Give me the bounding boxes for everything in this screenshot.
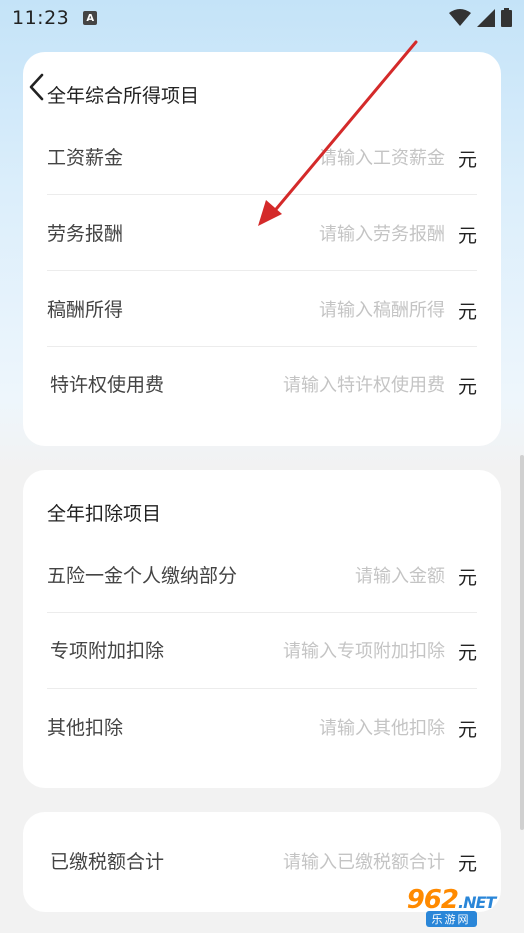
row-label: 专项附加扣除 — [49, 640, 164, 662]
unit-label: 元 — [457, 852, 477, 875]
salary-input[interactable] — [215, 147, 445, 169]
unit-label: 元 — [457, 148, 477, 171]
royalty-input[interactable] — [215, 299, 445, 321]
row-label: 五险一金个人缴纳部分 — [47, 565, 238, 587]
section-title-deduction: 全年扣除项目 — [47, 502, 162, 525]
franchise-fee-input[interactable] — [215, 374, 445, 396]
deduction-row-special: 专项附加扣除 元 — [47, 621, 477, 681]
row-label: 其他扣除 — [47, 717, 124, 739]
scrollbar[interactable] — [520, 455, 524, 830]
income-row-labor: 劳务报酬 元 — [47, 218, 477, 250]
status-time: 11:23 — [12, 7, 70, 29]
watermark-logo: 962.NET 乐游网 — [386, 883, 516, 929]
unit-label: 元 — [457, 375, 477, 398]
row-label: 工资薪金 — [47, 147, 124, 169]
income-row-franchise: 特许权使用费 元 — [47, 355, 477, 415]
unit-label: 元 — [457, 224, 477, 247]
wifi-icon — [449, 8, 471, 26]
row-label: 已缴税额合计 — [49, 851, 164, 873]
special-deduction-input[interactable] — [215, 640, 445, 662]
insurance-amount-input[interactable] — [295, 565, 445, 587]
deduction-row-insurance: 五险一金个人缴纳部分 元 — [47, 560, 477, 592]
status-icons — [449, 8, 512, 27]
unit-label: 元 — [457, 300, 477, 323]
paid-tax-input[interactable] — [215, 851, 445, 873]
other-deduction-input[interactable] — [215, 717, 445, 739]
divider — [47, 270, 477, 271]
divider — [47, 688, 477, 689]
signal-icon — [477, 8, 495, 27]
battery-icon — [501, 8, 512, 27]
section-title-income: 全年综合所得项目 — [47, 84, 200, 107]
labor-remuneration-input[interactable] — [215, 223, 445, 245]
row-label: 劳务报酬 — [47, 223, 124, 245]
notification-icon: A — [83, 11, 98, 25]
divider — [47, 346, 477, 347]
income-row-royalty: 稿酬所得 元 — [47, 294, 477, 326]
row-label: 特许权使用费 — [49, 374, 164, 396]
unit-label: 元 — [457, 718, 477, 741]
watermark-sub: 乐游网 — [425, 911, 477, 927]
row-label: 稿酬所得 — [47, 299, 124, 321]
divider — [47, 612, 477, 613]
income-card: 全年综合所得项目 工资薪金 元 劳务报酬 元 稿酬所得 元 特许权使用费 元 — [23, 52, 501, 446]
back-chevron-icon[interactable] — [26, 72, 46, 102]
unit-label: 元 — [457, 641, 477, 664]
unit-label: 元 — [457, 566, 477, 589]
deduction-row-other: 其他扣除 元 — [47, 712, 477, 744]
status-bar: 11:23 A — [0, 0, 524, 36]
watermark-suffix: .NET — [457, 893, 496, 912]
divider — [47, 194, 477, 195]
deduction-card: 全年扣除项目 五险一金个人缴纳部分 元 专项附加扣除 元 其他扣除 元 — [23, 470, 501, 788]
income-row-salary: 工资薪金 元 — [47, 142, 477, 174]
